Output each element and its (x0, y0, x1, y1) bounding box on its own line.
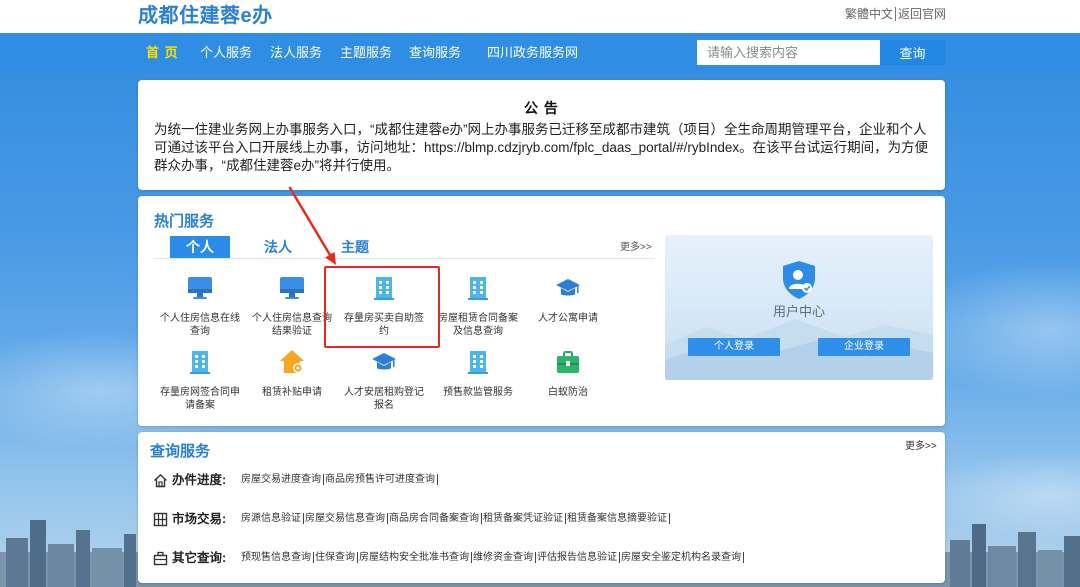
tab-theme[interactable]: 主题 (339, 236, 371, 258)
query-link[interactable]: 租赁备案凭证验证 (483, 513, 566, 525)
house-outline-icon (154, 474, 167, 488)
site-title[interactable]: 成都住建蓉e办 (138, 3, 273, 29)
service-item-label: 租赁补贴申请 (262, 387, 322, 398)
service-item-label: 预售款监管服务 (443, 387, 513, 398)
building-icon (468, 277, 488, 300)
nav-item-home[interactable]: 首 页 (146, 33, 179, 72)
service-item-label: 个人住房信息在线查询 (160, 313, 240, 337)
building-icon (468, 351, 488, 374)
service-item[interactable]: 房屋租赁合同备案及信息查询 (432, 275, 524, 338)
query-link[interactable]: 商品房预售许可进度查询 (325, 474, 438, 486)
personal-login-button[interactable]: 个人登录 (688, 338, 780, 356)
building-grid-icon (153, 512, 168, 527)
building-icon (190, 351, 210, 374)
notice-title: 公 告 (524, 100, 559, 116)
query-link[interactable]: 评估报告信息验证 (537, 552, 620, 564)
tab-divider (154, 258, 655, 259)
notice-body: 为统一住建业务网上办事服务入口，“成都住建蓉e办”网上办事服务已迁移至成都市建筑… (154, 122, 929, 173)
notice-panel: 公 告 为统一住建业务网上办事服务入口，“成都住建蓉e办”网上办事服务已迁移至成… (138, 80, 945, 190)
user-shield-icon (783, 261, 815, 299)
query-services-panel: 查询服务 更多>> 办件进度: 房屋交易进度查询 商品房预售许可进度查询 市场交易… (138, 432, 945, 583)
query-links: 预现售信息查询 住保查询 房屋结构安全批准书查询 维修资金查询 评估报告信息验证 房屋安全… (241, 550, 745, 566)
service-item[interactable]: 个人住房信息在线查询 (154, 275, 246, 338)
query-link[interactable]: 住保查询 (315, 552, 358, 564)
page: 成都住建蓉e办 繁體中文 返回官网 首 页 个人服务 法人服务 主题服务 查询服务… (0, 0, 1080, 587)
service-item[interactable]: 存量房网签合同申请备案 (154, 349, 246, 412)
tab-personal[interactable]: 个人 (170, 236, 230, 258)
query-link[interactable]: 房源信息验证 (241, 513, 304, 525)
service-item-label: 房屋租赁合同备案及信息查询 (438, 313, 518, 337)
traditional-chinese-link[interactable]: 繁體中文 (845, 7, 897, 21)
service-item-label: 个人住房信息查询结果验证 (252, 313, 332, 337)
query-link[interactable]: 商品房合同备案查询 (389, 513, 482, 525)
query-link[interactable]: 房屋交易信息查询 (305, 513, 388, 525)
query-links: 房屋交易进度查询 商品房预售许可进度查询 (241, 472, 439, 488)
search-button[interactable]: 查询 (880, 40, 945, 65)
query-services-title: 查询服务 (150, 443, 211, 460)
query-links: 房源信息验证 房屋交易信息查询 商品房合同备案查询 租赁备案凭证验证 租赁备案信息摘要验… (241, 511, 671, 527)
query-link[interactable]: 房屋安全鉴定机构名录查询 (621, 552, 744, 564)
hot-services-more-link[interactable]: 更多>> (620, 242, 652, 254)
monitor-icon (280, 277, 304, 299)
user-center-panel: 用户中心 个人登录 企业登录 (665, 235, 933, 380)
top-header: 成都住建蓉e办 繁體中文 返回官网 (0, 0, 1080, 33)
query-services-more-link[interactable]: 更多>> (905, 441, 937, 453)
query-link[interactable]: 维修资金查询 (473, 552, 536, 564)
query-link[interactable]: 房屋交易进度查询 (241, 474, 324, 486)
hot-services-title: 热门服务 (154, 213, 215, 230)
nav-item-sichuan-gov-services[interactable]: 四川政务服务网 (487, 33, 578, 72)
enterprise-login-button[interactable]: 企业登录 (818, 338, 910, 356)
service-item[interactable]: 白蚁防治 (522, 349, 614, 399)
nav-item-corporate-services[interactable]: 法人服务 (270, 33, 322, 72)
official-site-link[interactable]: 返回官网 (898, 7, 946, 21)
briefcase-outline-icon (153, 551, 168, 566)
service-item-label: 存量房网签合同申请备案 (160, 387, 240, 411)
main-nav: 首 页 个人服务 法人服务 主题服务 查询服务 四川政务服务网 查询 (0, 33, 1080, 72)
graduation-cap-icon (372, 353, 396, 370)
nav-item-query-services[interactable]: 查询服务 (409, 33, 461, 72)
service-item-label: 人才公寓申请 (538, 313, 598, 324)
briefcase-icon (557, 351, 579, 373)
highlight-box (324, 266, 440, 348)
service-item[interactable]: 预售款监管服务 (432, 349, 524, 399)
query-link[interactable]: 房屋结构安全批准书查询 (359, 552, 472, 564)
header-links: 繁體中文 返回官网 (845, 6, 946, 22)
tab-corporate[interactable]: 法人 (262, 236, 294, 258)
query-row-label: 办件进度: (172, 473, 227, 487)
nav-item-theme-services[interactable]: 主题服务 (340, 33, 392, 72)
service-item[interactable]: 租赁补贴申请 (246, 349, 338, 399)
service-item[interactable]: 人才安居租购登记报名 (338, 349, 430, 412)
query-row-label: 其它查询: (172, 551, 227, 565)
house-gear-icon (280, 350, 304, 373)
hot-services-panel: 热门服务 个人 法人 主题 更多>> 个人住房信息在线查询 个人住房信息查询结果… (138, 196, 945, 426)
query-row-label: 市场交易: (172, 512, 227, 526)
nav-item-personal-services[interactable]: 个人服务 (200, 33, 252, 72)
search-input[interactable] (697, 40, 880, 65)
service-item[interactable]: 人才公寓申请 (522, 275, 614, 325)
query-link[interactable]: 租赁备案信息摘要验证 (567, 513, 670, 525)
service-item-label: 白蚁防治 (548, 387, 588, 398)
service-item-label: 人才安居租购登记报名 (344, 387, 424, 411)
query-link[interactable]: 预现售信息查询 (241, 552, 314, 564)
user-center-title: 用户中心 (772, 304, 825, 319)
monitor-icon (188, 277, 212, 299)
graduation-cap-icon (556, 279, 580, 296)
